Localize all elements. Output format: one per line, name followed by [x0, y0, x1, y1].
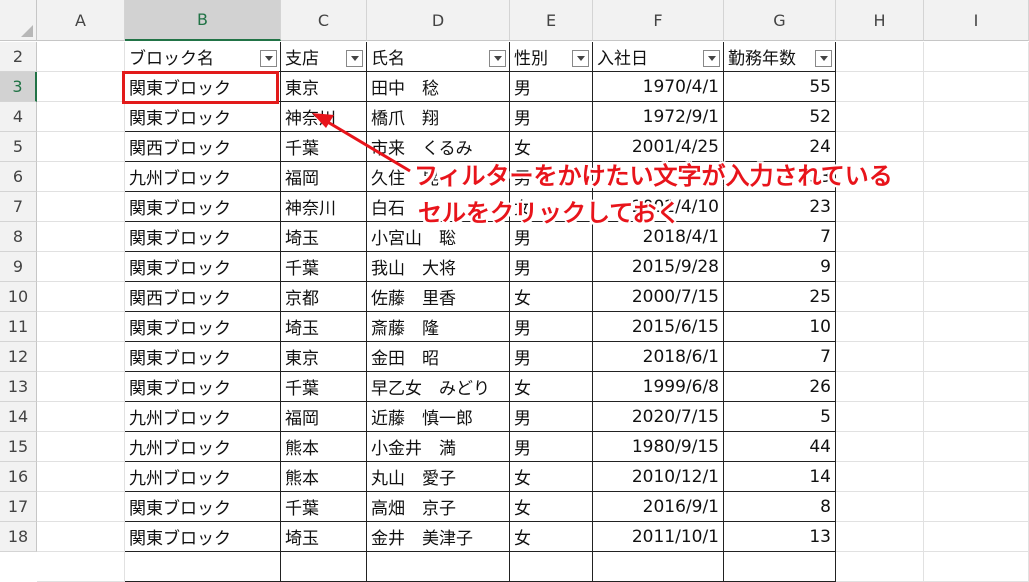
annotation-line-1: フィルターをかけたい文字が入力されている — [414, 162, 893, 190]
spreadsheet: ABCDEFGHI 2 3 4 5 6 7 8 9 10 11 12 13 14 15 16 17 18 ブロッ… — [0, 0, 1029, 582]
annotation-line-2: セルをクリックしておく — [418, 199, 681, 227]
annotation-arrow — [312, 113, 411, 173]
